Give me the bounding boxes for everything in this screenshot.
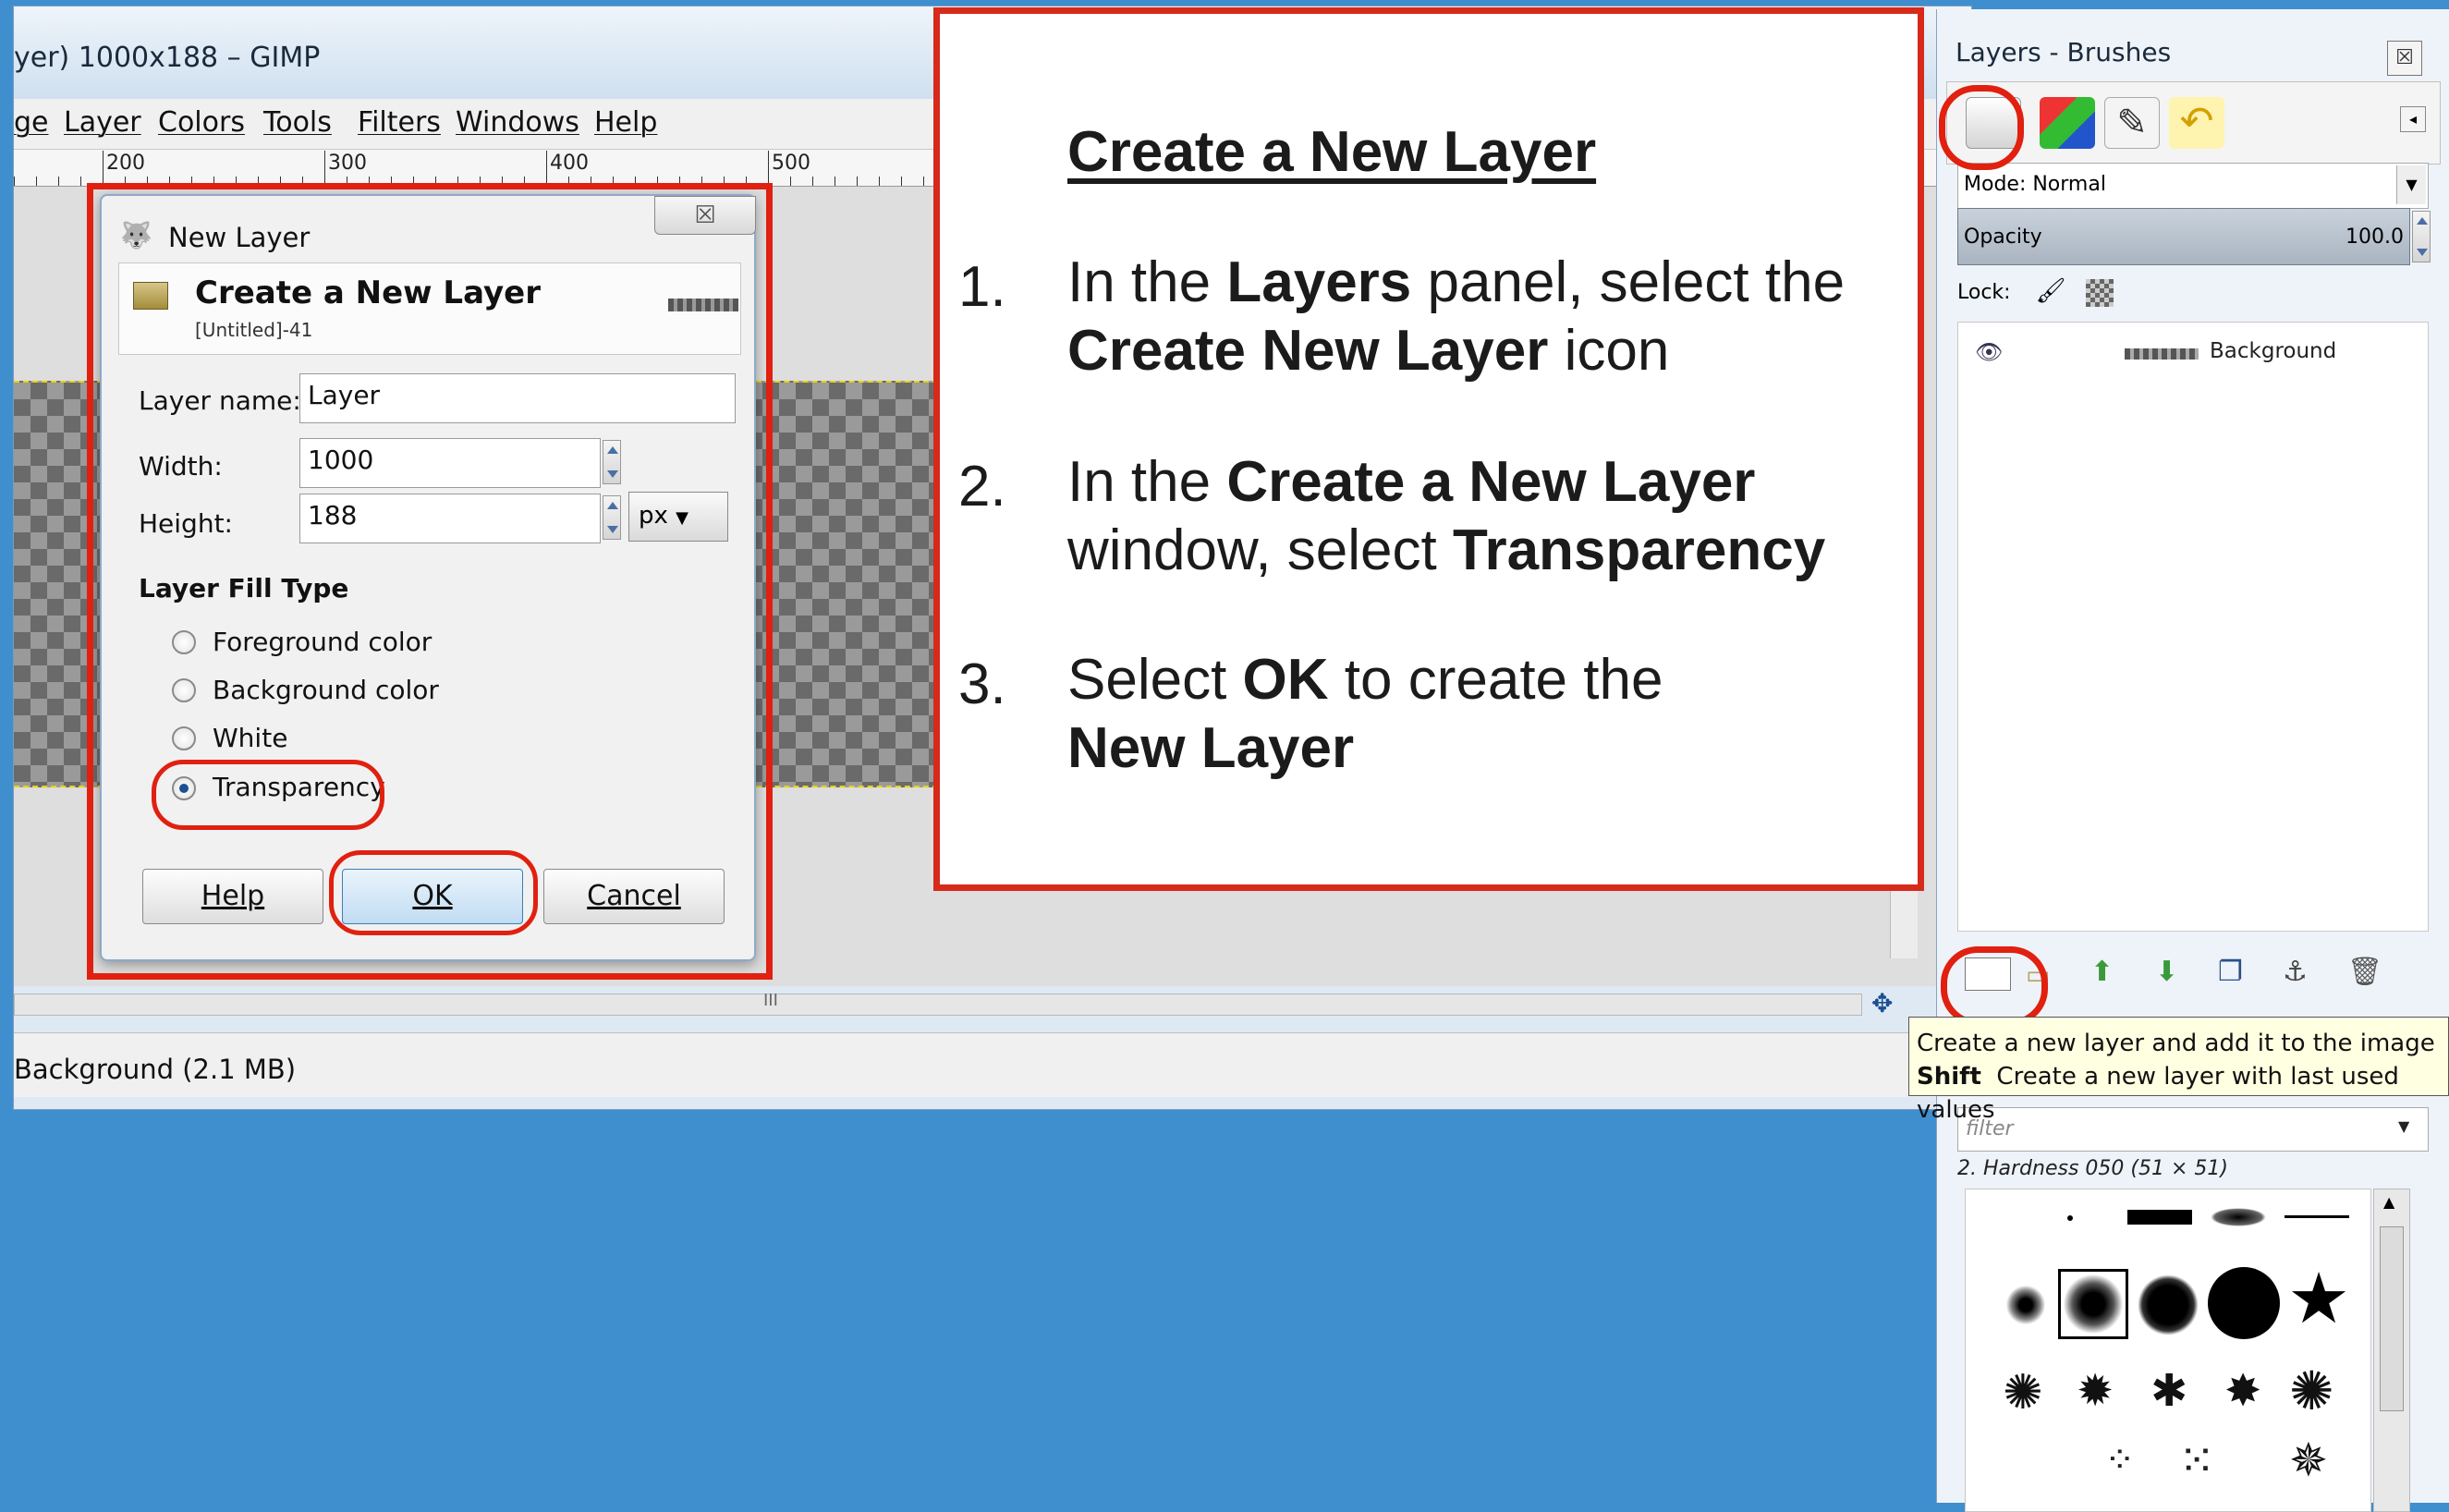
menu-tools[interactable]: Tools — [263, 106, 332, 139]
step-text: In the Layers panel, select the Create N… — [1067, 250, 1846, 383]
opacity-slider[interactable]: Opacity 100.0 — [1957, 208, 2410, 265]
tooltip-text: Create a new layer with last used values — [1917, 1063, 2399, 1124]
ruler-tick — [80, 177, 81, 186]
layer-name: Background — [2210, 339, 2337, 363]
step-text: Select OK to create the New Layer — [1067, 648, 1663, 780]
brush-hard[interactable] — [2138, 1274, 2199, 1335]
brush-splatter[interactable]: ✺ — [2003, 1365, 2043, 1421]
brush-splatter[interactable]: ✱ — [2150, 1365, 2187, 1417]
step-number: 2. — [958, 455, 1006, 518]
dock-close-button[interactable]: ☒ — [2387, 41, 2422, 76]
brush-scatter[interactable]: ✵ — [2289, 1433, 2328, 1487]
brush-grid[interactable]: ★ ✺ ✹ ✱ ✸ ✺ ⁘ ⁙ ✵ — [1965, 1189, 2371, 1512]
navigate-icon[interactable]: ✥ — [1871, 988, 1893, 1018]
brush-selected[interactable] — [2058, 1269, 2128, 1339]
lower-layer-icon[interactable]: ⬇ — [2155, 956, 2178, 988]
tooltip-key: Shift — [1917, 1063, 1981, 1091]
ruler-tick — [768, 151, 769, 186]
lock-pixels-icon[interactable]: 🖌 — [2036, 277, 2066, 305]
brush-scatter[interactable]: ⁙ — [2178, 1435, 2215, 1487]
channels-tab-icon[interactable] — [2040, 97, 2095, 149]
ruler-tick — [923, 177, 924, 186]
tooltip-line2: Shift Create a new layer with last used … — [1917, 1060, 2448, 1127]
menu-colors[interactable]: Colors — [158, 106, 245, 139]
layers-list[interactable]: 👁 Background — [1957, 322, 2429, 932]
dock-title: Layers - Brushes — [1956, 37, 2172, 67]
tooltip: Create a new layer and add it to the ima… — [1908, 1017, 2449, 1124]
status-bar: Background (2.1 MB) — [14, 1032, 1971, 1097]
menu-filters[interactable]: Filters — [358, 106, 441, 139]
brush-splatter[interactable]: ✺ — [2289, 1360, 2334, 1422]
tooltip-line1: Create a new layer and add it to the ima… — [1917, 1030, 2435, 1057]
chevron-down-icon: ▼ — [2396, 165, 2426, 204]
ruler-label: 200 — [106, 152, 145, 175]
ruler-label: 500 — [772, 152, 810, 175]
ruler-tick — [58, 177, 59, 186]
duplicate-layer-icon[interactable]: ❐ — [2218, 956, 2243, 988]
instruction-title: Create a New Layer — [1067, 120, 1597, 184]
menu-image[interactable]: ge — [14, 106, 49, 139]
ruler-label: 300 — [328, 152, 367, 175]
opacity-value: 100.0 — [2345, 226, 2404, 249]
undo-history-tab-icon[interactable]: ↶ — [2169, 97, 2224, 149]
menu-layer[interactable]: Layer — [64, 106, 141, 139]
ruler-tick — [546, 151, 547, 186]
menu-help[interactable]: Help — [594, 106, 657, 139]
transparency-highlight — [152, 760, 384, 830]
delete-layer-icon[interactable]: 🗑 — [2347, 956, 2382, 988]
brush-star[interactable]: ★ — [2287, 1262, 2350, 1335]
ruler-tick — [36, 177, 37, 186]
ruler-tick — [857, 177, 858, 186]
layers-tab-highlight — [1939, 85, 2024, 170]
step-number: 1. — [958, 255, 1006, 319]
status-text: Background (2.1 MB) — [14, 1054, 297, 1085]
ruler-label: 400 — [550, 152, 589, 175]
eye-icon[interactable]: 👁 — [1975, 339, 2003, 365]
ruler-tick — [812, 177, 813, 186]
ruler-tick — [879, 177, 880, 186]
ruler-tick — [324, 151, 325, 186]
raise-layer-icon[interactable]: ⬆ — [2090, 956, 2114, 988]
paths-tab-icon[interactable]: ✎ — [2104, 97, 2160, 149]
step-text: In the Create a New Layer window, select… — [1067, 450, 1826, 582]
anchor-layer-icon[interactable]: ⚓ — [2283, 956, 2308, 988]
brush-scatter[interactable]: ⁘ — [2104, 1439, 2136, 1482]
ruler-tick — [790, 177, 791, 186]
opacity-stepper[interactable] — [2412, 211, 2431, 262]
brush-splatter[interactable]: ✸ — [2224, 1365, 2261, 1417]
brush-scroll-thumb[interactable] — [2380, 1226, 2404, 1411]
layer-row[interactable]: 👁 Background — [1958, 326, 2428, 382]
brush-block[interactable] — [2127, 1210, 2192, 1225]
opacity-label: Opacity — [1964, 226, 2042, 249]
layers-brushes-dock: Layers - Brushes ☒ ✎ ↶ ◂ Mode: Normal ▼ … — [1936, 9, 2449, 1512]
lock-row: Lock: 🖌 — [1957, 277, 2114, 307]
brush-line[interactable] — [2285, 1215, 2349, 1218]
lock-alpha-icon[interactable] — [2085, 279, 2114, 307]
window-title: yer) 1000x188 – GIMP — [14, 42, 321, 74]
lock-label: Lock: — [1957, 281, 2011, 304]
configure-tab-icon[interactable]: ◂ — [2400, 106, 2426, 132]
chevron-up-icon[interactable]: ▲ — [2383, 1193, 2394, 1211]
brush-scrollbar[interactable]: ▲ — [2373, 1189, 2410, 1512]
ruler-tick — [103, 151, 104, 186]
ok-highlight — [329, 850, 538, 935]
brush-circle[interactable] — [2208, 1267, 2280, 1339]
brush-soft[interactable] — [2003, 1282, 2049, 1328]
brush-splatter[interactable]: ✹ — [2077, 1365, 2114, 1417]
mode-select[interactable]: Mode: Normal ▼ — [1957, 163, 2429, 209]
ruler-tick — [14, 177, 15, 186]
menu-windows[interactable]: Windows — [456, 106, 579, 139]
ruler-tick — [901, 177, 902, 186]
brush-name: 2. Hardness 050 (51 × 51) — [1957, 1157, 2228, 1180]
step-number: 3. — [958, 652, 1006, 716]
layer-thumbnail — [2125, 348, 2199, 360]
scroll-grip: III — [763, 991, 778, 1010]
brush-pixel[interactable] — [2067, 1215, 2073, 1221]
instruction-panel: Create a New Layer 1. In the Layers pane… — [933, 7, 1924, 891]
new-layer-highlight — [1941, 946, 2048, 1026]
mode-label: Mode: Normal — [1964, 173, 2106, 196]
horizontal-scrollbar[interactable]: III — [14, 991, 1862, 1016]
brush-oval[interactable] — [2211, 1208, 2266, 1226]
